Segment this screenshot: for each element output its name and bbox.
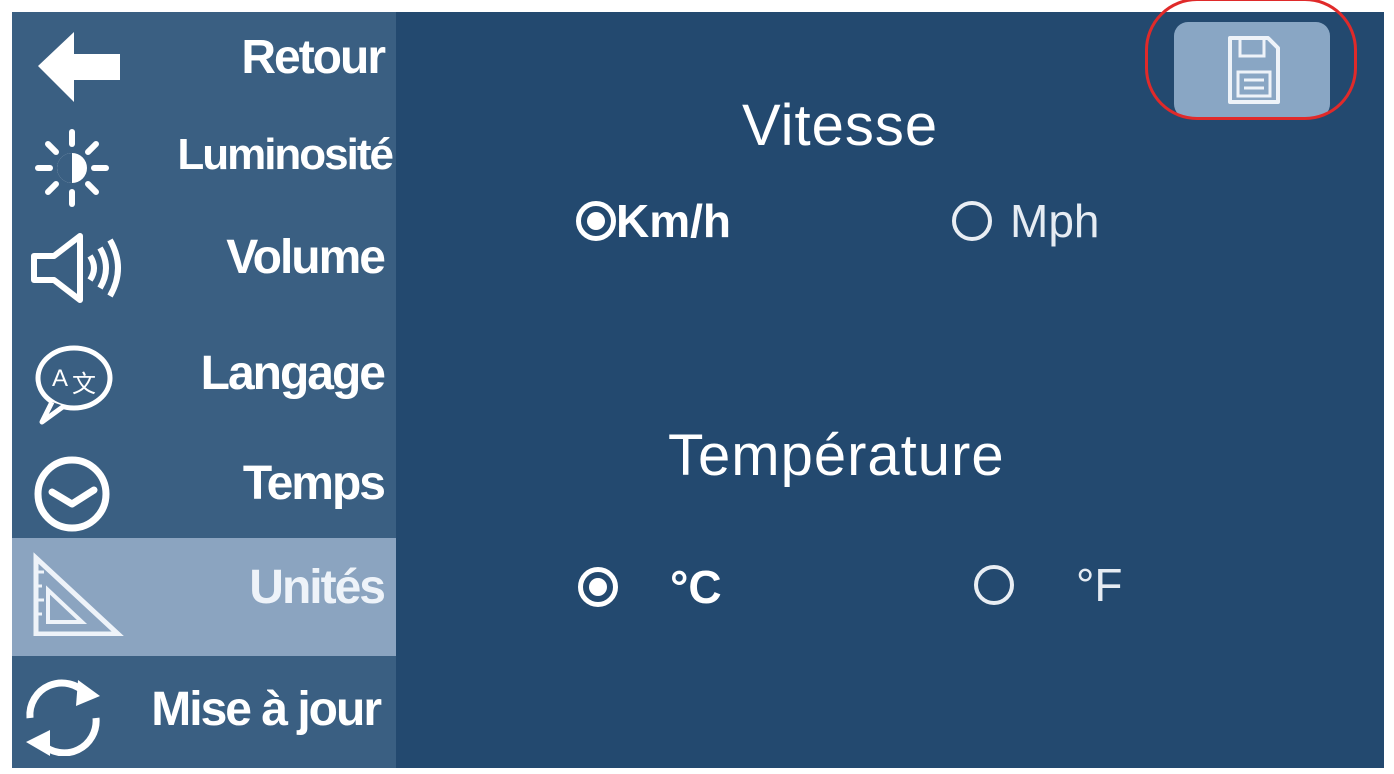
radio-kmh-indicator[interactable] — [576, 201, 616, 241]
sidebar-item-mise-a-jour[interactable]: Mise à jour — [12, 658, 396, 768]
triangle-ruler-icon — [33, 552, 124, 636]
radio-celsius-indicator[interactable] — [578, 567, 618, 607]
language-icon: A 文 — [35, 345, 113, 425]
speaker-icon — [31, 233, 121, 303]
sidebar-item-luminosite[interactable]: Luminosité — [12, 112, 396, 224]
svg-text:文: 文 — [72, 370, 96, 398]
sidebar-item-label: Unités — [249, 561, 386, 614]
sidebar: Retour Luminosité Volume A 文 Langage Tem… — [12, 12, 396, 768]
sidebar-item-label: Temps — [242, 457, 386, 510]
radio-mph-label: Mph — [1010, 195, 1100, 247]
save-button-highlight — [1145, 0, 1357, 120]
radio-mph[interactable]: Mph — [952, 194, 1099, 248]
sidebar-item-label: Luminosité — [177, 130, 394, 179]
settings-screen: Retour Luminosité Volume A 文 Langage Tem… — [12, 12, 1384, 768]
radio-celsius-label: °C — [670, 561, 722, 613]
radio-fahrenheit[interactable]: °F — [974, 558, 1123, 612]
sidebar-item-label: Volume — [226, 231, 386, 284]
radio-kmh[interactable]: Km/h — [576, 194, 731, 248]
radio-mph-indicator[interactable] — [952, 201, 992, 241]
sidebar-item-temps[interactable]: Temps — [12, 438, 396, 550]
sidebar-item-label: Mise à jour — [151, 683, 382, 736]
clock-icon — [34, 456, 110, 532]
units-panel: Vitesse Km/h Mph Température °C °F — [396, 12, 1384, 768]
sidebar-item-label: Langage — [200, 347, 386, 400]
radio-fahrenheit-indicator[interactable] — [974, 565, 1014, 605]
radio-kmh-label: Km/h — [616, 195, 731, 247]
speed-title: Vitesse — [742, 93, 939, 158]
brightness-icon — [35, 129, 109, 207]
sidebar-item-unites[interactable]: Unités — [12, 538, 396, 656]
radio-celsius[interactable]: °C — [578, 560, 722, 614]
radio-fahrenheit-label: °F — [1076, 559, 1123, 611]
svg-text:A: A — [52, 365, 68, 392]
sidebar-item-volume[interactable]: Volume — [12, 212, 396, 324]
refresh-icon — [26, 679, 100, 756]
sidebar-item-label: Retour — [241, 31, 386, 84]
arrow-left-icon — [38, 32, 120, 102]
sidebar-item-retour[interactable]: Retour — [12, 12, 396, 124]
sidebar-item-langage[interactable]: A 文 Langage — [12, 328, 396, 440]
temperature-title: Température — [668, 423, 1005, 488]
